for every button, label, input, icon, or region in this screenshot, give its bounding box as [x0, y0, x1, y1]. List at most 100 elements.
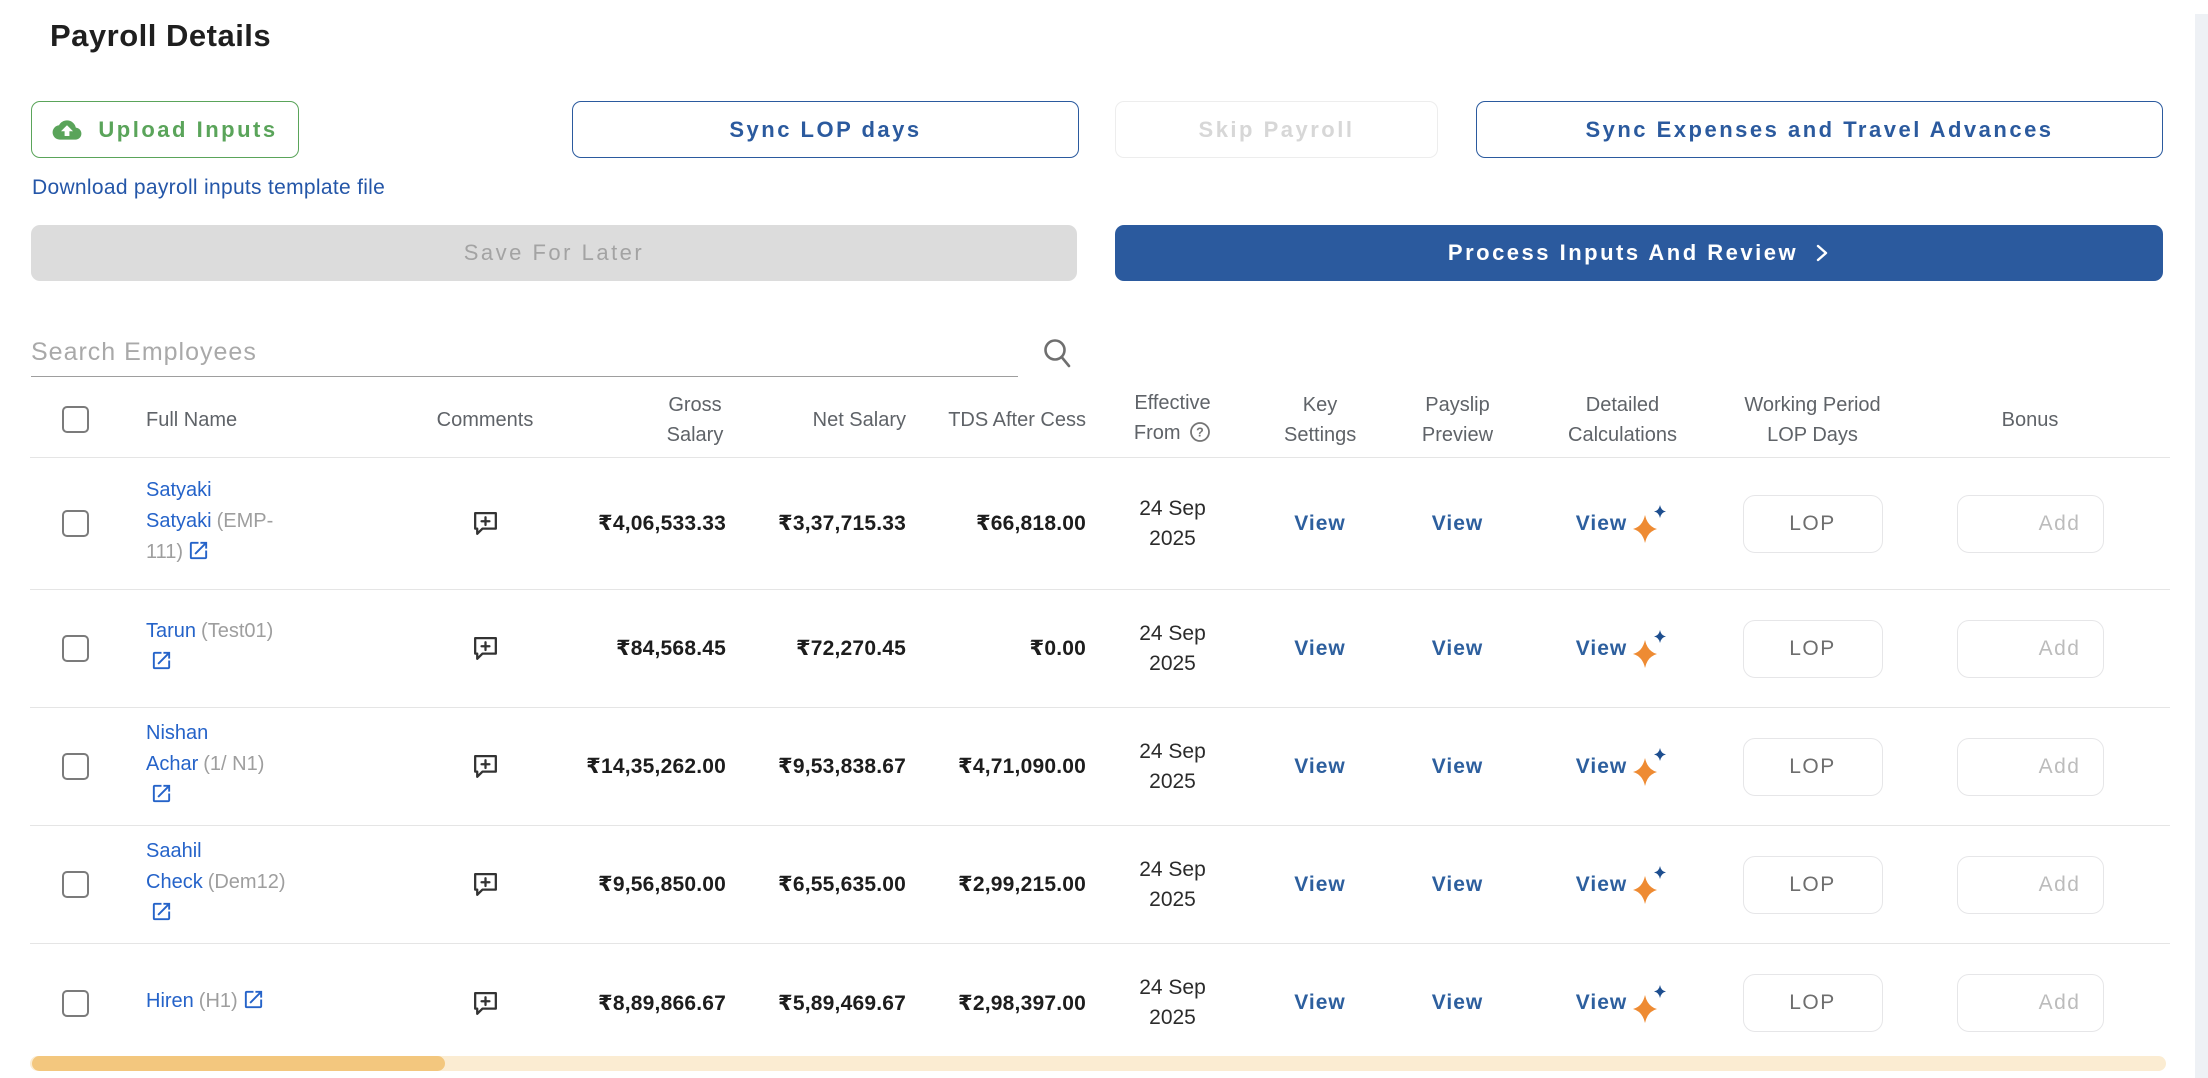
key-settings-view-link[interactable]: View	[1294, 637, 1345, 661]
add-comment-icon[interactable]	[470, 869, 501, 900]
external-link-icon[interactable]	[150, 782, 173, 815]
employee-code: (Dem12)	[208, 871, 286, 893]
tds-after-cess-value: ₹2,98,397.00	[910, 991, 1090, 1016]
upload-inputs-label: Upload Inputs	[98, 117, 277, 143]
effective-from-date: 24 Sep 2025	[1135, 855, 1211, 915]
tds-after-cess-value: ₹0.00	[910, 636, 1090, 661]
vertical-scrollbar[interactable]	[2195, 14, 2208, 1078]
process-inputs-review-label: Process Inputs And Review	[1448, 240, 1798, 266]
table-row: Satyaki Satyaki(EMP-111) ₹4,06,533.33 ₹3…	[30, 458, 2170, 590]
ai-sparkle-icon	[1629, 864, 1669, 911]
detailed-calculations-view-link[interactable]: View	[1576, 991, 1627, 1015]
detailed-calculations-view-link[interactable]: View	[1576, 637, 1627, 661]
external-link-icon[interactable]	[187, 539, 210, 572]
add-comment-icon[interactable]	[470, 633, 501, 664]
key-settings-view-link[interactable]: View	[1294, 512, 1345, 536]
table-row: Tarun(Test01) ₹84,568.45 ₹72,270.45 ₹0.0…	[30, 590, 2170, 708]
lop-button[interactable]: LOP	[1743, 974, 1883, 1032]
effective-from-date: 24 Sep 2025	[1135, 494, 1211, 554]
add-bonus-button[interactable]: Add	[1957, 738, 2104, 796]
detailed-calculations-view-link[interactable]: View	[1576, 873, 1627, 897]
header-comments: Comments	[350, 405, 580, 435]
sync-expenses-button[interactable]: Sync Expenses and Travel Advances	[1476, 101, 2163, 158]
row-checkbox[interactable]	[62, 871, 89, 898]
header-net-salary: Net Salary	[730, 405, 910, 435]
net-salary-value: ₹6,55,635.00	[730, 872, 910, 897]
gross-salary-value: ₹84,568.45	[580, 636, 730, 661]
process-inputs-review-button[interactable]: Process Inputs And Review	[1115, 225, 2163, 281]
lop-button[interactable]: LOP	[1743, 620, 1883, 678]
upload-inputs-button[interactable]: Upload Inputs	[31, 101, 299, 158]
payslip-preview-view-link[interactable]: View	[1432, 755, 1483, 779]
header-working-period-lop-days: Working Period LOP Days	[1715, 390, 1910, 450]
row-checkbox[interactable]	[62, 510, 89, 537]
detailed-calculations-view-link[interactable]: View	[1576, 512, 1627, 536]
payslip-preview-view-link[interactable]: View	[1432, 873, 1483, 897]
download-template-link[interactable]: Download payroll inputs template file	[32, 176, 385, 200]
effective-from-date: 24 Sep 2025	[1135, 737, 1211, 797]
sync-expenses-label: Sync Expenses and Travel Advances	[1585, 117, 2053, 143]
effective-from-date: 24 Sep 2025	[1135, 973, 1211, 1033]
header-tds-after-cess: TDS After Cess	[910, 405, 1090, 435]
employee-code: (1/ N1)	[203, 753, 264, 775]
payroll-table: Full Name Comments Gross Salary Net Sala…	[30, 382, 2170, 1062]
add-bonus-button[interactable]: Add	[1957, 620, 2104, 678]
row-checkbox[interactable]	[62, 635, 89, 662]
payslip-preview-view-link[interactable]: View	[1432, 991, 1483, 1015]
add-bonus-button[interactable]: Add	[1957, 856, 2104, 914]
external-link-icon[interactable]	[150, 900, 173, 933]
svg-text:?: ?	[1196, 425, 1204, 439]
save-for-later-label: Save For Later	[464, 240, 645, 266]
tds-after-cess-value: ₹66,818.00	[910, 511, 1090, 536]
key-settings-view-link[interactable]: View	[1294, 991, 1345, 1015]
sync-lop-days-label: Sync LOP days	[729, 117, 921, 143]
add-comment-icon[interactable]	[470, 751, 501, 782]
horizontal-scrollbar-thumb[interactable]	[32, 1056, 445, 1071]
employee-code: (Test01)	[201, 620, 273, 642]
tds-after-cess-value: ₹4,71,090.00	[910, 754, 1090, 779]
header-detailed-calculations: Detailed Calculations	[1530, 390, 1715, 450]
sync-lop-days-button[interactable]: Sync LOP days	[572, 101, 1079, 158]
lop-button[interactable]: LOP	[1743, 738, 1883, 796]
gross-salary-value: ₹4,06,533.33	[580, 511, 730, 536]
search-icon[interactable]	[1040, 336, 1076, 377]
external-link-icon[interactable]	[242, 988, 265, 1021]
employee-name-link[interactable]: Saahil Check	[146, 840, 203, 893]
employee-name-link[interactable]: Hiren	[146, 990, 194, 1012]
employee-name-link[interactable]: Tarun	[146, 620, 196, 642]
row-checkbox[interactable]	[62, 990, 89, 1017]
save-for-later-button[interactable]: Save For Later	[31, 225, 1077, 281]
external-link-icon[interactable]	[150, 649, 173, 682]
search-input[interactable]	[31, 328, 1018, 376]
add-bonus-button[interactable]: Add	[1957, 495, 2104, 553]
header-effective-from: Effective From ?	[1090, 388, 1255, 452]
add-comment-icon[interactable]	[470, 988, 501, 1019]
detailed-calculations-view-link[interactable]: View	[1576, 755, 1627, 779]
employee-name-link[interactable]: Satyaki Satyaki	[146, 479, 212, 532]
skip-payroll-button[interactable]: Skip Payroll	[1115, 101, 1438, 158]
effective-from-date: 24 Sep 2025	[1135, 619, 1211, 679]
ai-sparkle-icon	[1629, 746, 1669, 793]
header-key-settings: Key Settings	[1255, 390, 1385, 450]
select-all-checkbox[interactable]	[62, 406, 89, 433]
table-row: Hiren(H1) ₹8,89,866.67 ₹5,89,469.67 ₹2,9…	[30, 944, 2170, 1062]
add-comment-icon[interactable]	[470, 508, 501, 539]
header-bonus: Bonus	[1910, 405, 2150, 435]
payslip-preview-view-link[interactable]: View	[1432, 637, 1483, 661]
cloud-upload-icon	[52, 118, 82, 142]
help-icon[interactable]: ?	[1189, 421, 1211, 452]
header-full-name: Full Name	[120, 405, 350, 435]
header-gross-salary: Gross Salary	[580, 390, 730, 450]
employee-code: (H1)	[199, 990, 238, 1012]
net-salary-value: ₹72,270.45	[730, 636, 910, 661]
payslip-preview-view-link[interactable]: View	[1432, 512, 1483, 536]
key-settings-view-link[interactable]: View	[1294, 873, 1345, 897]
lop-button[interactable]: LOP	[1743, 856, 1883, 914]
lop-button[interactable]: LOP	[1743, 495, 1883, 553]
key-settings-view-link[interactable]: View	[1294, 755, 1345, 779]
employee-name-link[interactable]: Nishan Achar	[146, 722, 208, 775]
horizontal-scrollbar[interactable]	[30, 1056, 2166, 1071]
row-checkbox[interactable]	[62, 753, 89, 780]
add-bonus-button[interactable]: Add	[1957, 974, 2104, 1032]
search-employees-field	[31, 328, 1018, 377]
